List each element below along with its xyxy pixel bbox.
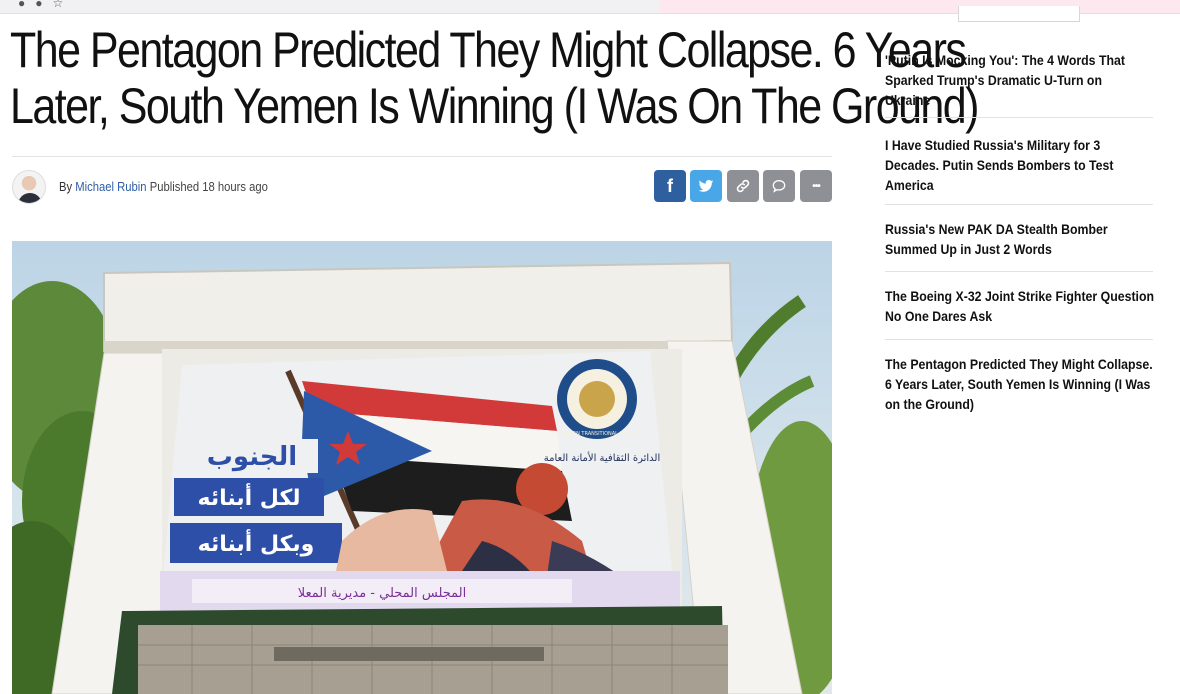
- sidebar-article-link[interactable]: I Have Studied Russia's Military for 3 D…: [885, 118, 1153, 205]
- sidebar-article-link[interactable]: Russia's New PAK DA Stealth Bomber Summe…: [885, 205, 1153, 272]
- byline: By Michael Rubin Published 18 hours ago: [59, 180, 268, 194]
- more-dots-icon: •••: [812, 180, 820, 192]
- twitter-share-button[interactable]: [690, 170, 722, 202]
- sidebar-article-link[interactable]: The Boeing X-32 Joint Strike Fighter Que…: [885, 272, 1154, 340]
- author-avatar[interactable]: [12, 170, 46, 204]
- sidebar-article-link[interactable]: The Pentagon Predicted They Might Collap…: [885, 340, 1153, 415]
- mural-text-council: المجلس المحلي - مديرية المعلا: [298, 586, 466, 601]
- twitter-bird-icon: [698, 179, 714, 192]
- headline-line-2: Later, South Yemen Is Winning (I Was On …: [10, 78, 979, 134]
- copy-link-button[interactable]: [727, 170, 759, 202]
- sidebar-article-title: Russia's New PAK DA Stealth Bomber Summe…: [885, 221, 1108, 257]
- comment-icon: [772, 179, 786, 193]
- headline-line-1: The Pentagon Predicted They Might Collap…: [10, 22, 967, 78]
- article-hero-image: الجنوب لكل أبنائه وبكل أبنائه المجلس الم…: [12, 241, 832, 694]
- address-bar-highlight: [660, 0, 1180, 13]
- forward-icon[interactable]: ●: [35, 0, 42, 10]
- more-share-button[interactable]: •••: [800, 170, 832, 202]
- sidebar-article-link[interactable]: 'Putin Is Mocking You': The 4 Words That…: [885, 50, 1153, 118]
- mural-text-south: الجنوب: [207, 442, 297, 472]
- article-headline: The Pentagon Predicted They Might Collap…: [10, 22, 979, 134]
- sidebar-article-title: The Pentagon Predicted They Might Collap…: [885, 356, 1153, 412]
- published-label: Published: [149, 180, 200, 194]
- advertisement-label: [958, 6, 1080, 22]
- facebook-icon: f: [667, 175, 673, 196]
- comment-button[interactable]: [763, 170, 795, 202]
- headline-divider: [12, 156, 832, 157]
- mural-text-emblem: الدائرة الثقافية الأمانة العامة: [544, 451, 660, 464]
- published-time: 18 hours ago: [202, 180, 268, 194]
- related-articles-sidebar: 'Putin Is Mocking You': The 4 Words That…: [885, 50, 1154, 415]
- browser-nav-icons[interactable]: ● ● ☆: [18, 0, 63, 10]
- link-icon: [736, 179, 750, 193]
- facebook-share-button[interactable]: f: [654, 170, 686, 202]
- byline-prefix: By: [59, 180, 73, 194]
- mural-text-line2: لكل أبنائه: [198, 482, 301, 511]
- sidebar-article-title: I Have Studied Russia's Military for 3 D…: [885, 137, 1114, 193]
- author-link[interactable]: Michael Rubin: [75, 180, 146, 194]
- mural-text-line3: وبكل أبنائه: [198, 528, 315, 557]
- mural-photo: الجنوب لكل أبنائه وبكل أبنائه المجلس الم…: [12, 261, 832, 694]
- back-icon[interactable]: ●: [18, 0, 25, 10]
- sidebar-article-title: 'Putin Is Mocking You': The 4 Words That…: [885, 52, 1125, 108]
- emblem-ring-text: SOUTHERN TRANSITIONAL COUNCIL: [552, 431, 642, 437]
- sidebar-article-title: The Boeing X-32 Joint Strike Fighter Que…: [885, 288, 1155, 324]
- star-icon[interactable]: ☆: [53, 0, 64, 10]
